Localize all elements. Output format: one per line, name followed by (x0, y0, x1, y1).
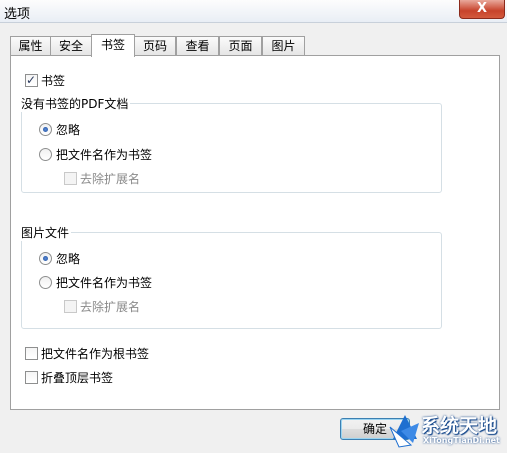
radio-selected-icon (39, 252, 52, 265)
bookmark-enable-checkbox[interactable]: 书签 (25, 72, 65, 89)
close-icon: X (476, 1, 488, 16)
image-strip-ext-checkbox[interactable]: 去除扩展名 (64, 299, 140, 315)
radio-selected-icon (39, 123, 52, 136)
pdf-group: 没有书签的PDF文档 忽略 把文件名作为书签 去除扩展名 (21, 96, 442, 193)
close-button[interactable]: X (459, 0, 505, 19)
tab-bookmarks[interactable]: 书签 (91, 34, 135, 57)
image-group: 图片文件 忽略 把文件名作为书签 去除扩展名 (21, 225, 442, 329)
root-bookmark-checkbox[interactable]: 把文件名作为根书签 (25, 346, 149, 362)
watermark-title: 系统天地 (421, 415, 498, 437)
tab-properties[interactable]: 属性 (10, 36, 51, 56)
tab-view[interactable]: 查看 (176, 36, 219, 56)
tab-page[interactable]: 页面 (219, 36, 262, 56)
image-group-legend: 图片文件 (21, 225, 72, 241)
checkbox-disabled-icon (64, 300, 77, 313)
window-title: 选项 (4, 7, 31, 22)
checkbox-empty-icon (25, 347, 38, 360)
collapse-top-checkbox[interactable]: 折叠顶层书签 (25, 370, 113, 386)
radio-empty-icon (39, 276, 52, 289)
image-ignore-radio[interactable]: 忽略 (39, 251, 80, 267)
tab-security[interactable]: 安全 (50, 36, 92, 56)
pdf-ignore-radio[interactable]: 忽略 (39, 122, 80, 138)
checkbox-checked-icon (25, 72, 38, 88)
checkbox-empty-icon (25, 371, 38, 384)
bookmark-panel: 书签 没有书签的PDF文档 忽略 把文件名作为书签 去除扩展名 图片文件 忽略 … (10, 55, 500, 410)
title-bar: 选项 X (0, 0, 507, 23)
image-filename-radio[interactable]: 把文件名作为书签 (39, 275, 152, 291)
logo-emblem-icon (389, 415, 419, 448)
radio-empty-icon (39, 148, 52, 161)
watermark-logo: 系统天地 XiTongTianDi.net (387, 409, 507, 453)
tab-images[interactable]: 图片 (262, 36, 305, 56)
tab-page-numbers[interactable]: 页码 (134, 36, 176, 56)
checkbox-disabled-icon (64, 172, 77, 185)
watermark-subtitle: XiTongTianDi.net (423, 436, 500, 445)
pdf-group-legend: 没有书签的PDF文档 (21, 96, 131, 112)
pdf-strip-ext-checkbox[interactable]: 去除扩展名 (64, 171, 140, 187)
pdf-filename-radio[interactable]: 把文件名作为书签 (39, 147, 152, 163)
